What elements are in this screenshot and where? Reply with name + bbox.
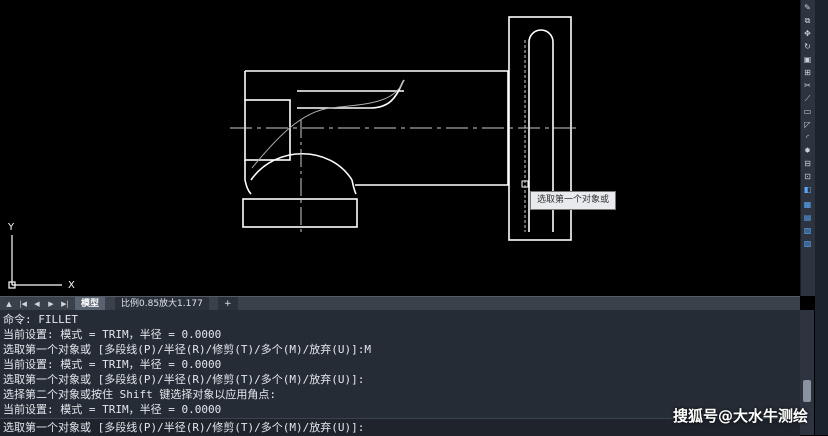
drawing-geometry bbox=[8, 16, 578, 289]
tab-layout[interactable]: 比例0.85放大1.177 bbox=[115, 297, 209, 311]
move-icon[interactable]: ✥ bbox=[803, 29, 812, 38]
command-history-line: 当前设置: 模式 = TRIM，半径 = 0.0000 bbox=[3, 403, 222, 416]
command-history-line: 选择第二个对象或按住 Shift 键选择对象以应用角点: bbox=[3, 388, 276, 401]
inner-curve bbox=[297, 79, 405, 109]
command-prompt: 选取第一个对象或 [多段线(P)/半径(R)/修剪(T)/多个(M)/放弃(U)… bbox=[3, 421, 365, 434]
command-tooltip: 选取第一个对象或 bbox=[530, 191, 617, 210]
erase-icon[interactable]: ✎ bbox=[803, 3, 812, 12]
mirror-icon[interactable]: ◧ bbox=[803, 185, 812, 194]
layers-icon[interactable]: ▤ bbox=[803, 213, 812, 222]
neck-right bbox=[351, 179, 357, 195]
scroll-up-icon[interactable]: |◀ bbox=[18, 299, 28, 309]
scrollbar-thumb[interactable] bbox=[803, 380, 811, 402]
explode-icon[interactable]: ✸ bbox=[803, 146, 812, 155]
base-rect bbox=[242, 198, 358, 228]
command-history-line: 选取第一个对象或 [多段线(P)/半径(R)/修剪(T)/多个(M)/放弃(U)… bbox=[3, 343, 371, 356]
inner-step-rect bbox=[244, 99, 291, 161]
scroll-first-icon[interactable]: ▲ bbox=[4, 299, 14, 309]
array-icon[interactable]: ⊟ bbox=[803, 159, 812, 168]
modify-toolbar: ✎ ⧉ ✥ ↻ ▣ ⊞ ✂ ⟋ ▭ ◸ ◜ ✸ ⊟ ⊡ ◧ ▦ ▤ ▧ ▨ bbox=[800, 0, 815, 296]
scroll-last-icon[interactable]: ▶| bbox=[60, 299, 70, 309]
rotate-icon[interactable]: ↻ bbox=[803, 42, 812, 51]
offset-icon[interactable]: ⊡ bbox=[803, 172, 812, 181]
neck-left bbox=[244, 179, 252, 195]
chamfer-icon[interactable]: ◸ bbox=[803, 120, 812, 129]
stretch-icon[interactable]: ⊞ bbox=[803, 68, 812, 77]
right-edge-panel bbox=[815, 0, 828, 435]
command-history-line: 当前设置: 模式 = TRIM，半径 = 0.0000 bbox=[3, 328, 222, 341]
scale-icon[interactable]: ▣ bbox=[803, 55, 812, 64]
tab-model[interactable]: 模型 bbox=[75, 297, 106, 311]
scroll-prev-icon[interactable]: ◀ bbox=[32, 299, 42, 309]
layout-tab-bar: ▲ |◀ ◀ ▶ ▶| 模型 比例0.85放大1.177 + bbox=[0, 296, 800, 311]
ucs-x-label: X bbox=[68, 280, 75, 291]
trim-icon[interactable]: ✂ bbox=[803, 81, 812, 90]
drawing-canvas[interactable]: X Y 选取第一个对象或 bbox=[0, 0, 800, 296]
scroll-next-icon[interactable]: ▶ bbox=[46, 299, 56, 309]
ucs-icon bbox=[8, 235, 62, 289]
preview-curve bbox=[251, 79, 405, 169]
copy-icon[interactable]: ⧉ bbox=[803, 16, 812, 25]
watermark: 搜狐号@大水牛测绘 bbox=[672, 407, 808, 425]
command-history-line: 当前设置: 模式 = TRIM，半径 = 0.0000 bbox=[3, 358, 222, 371]
match-icon[interactable]: ▧ bbox=[803, 226, 812, 235]
properties-icon[interactable]: ▦ bbox=[803, 200, 812, 209]
extend-icon[interactable]: ⟋ bbox=[803, 94, 812, 103]
tab-add[interactable]: + bbox=[218, 297, 238, 311]
command-history-line: 选取第一个对象或 [多段线(P)/半径(R)/修剪(T)/多个(M)/放弃(U)… bbox=[3, 373, 365, 386]
break-icon[interactable]: ▭ bbox=[803, 107, 812, 116]
ucs-y-label: Y bbox=[8, 222, 15, 233]
group-icon[interactable]: ▨ bbox=[803, 239, 812, 248]
fillet-icon[interactable]: ◜ bbox=[803, 133, 812, 142]
command-history-line: 命令: FILLET bbox=[3, 313, 78, 326]
